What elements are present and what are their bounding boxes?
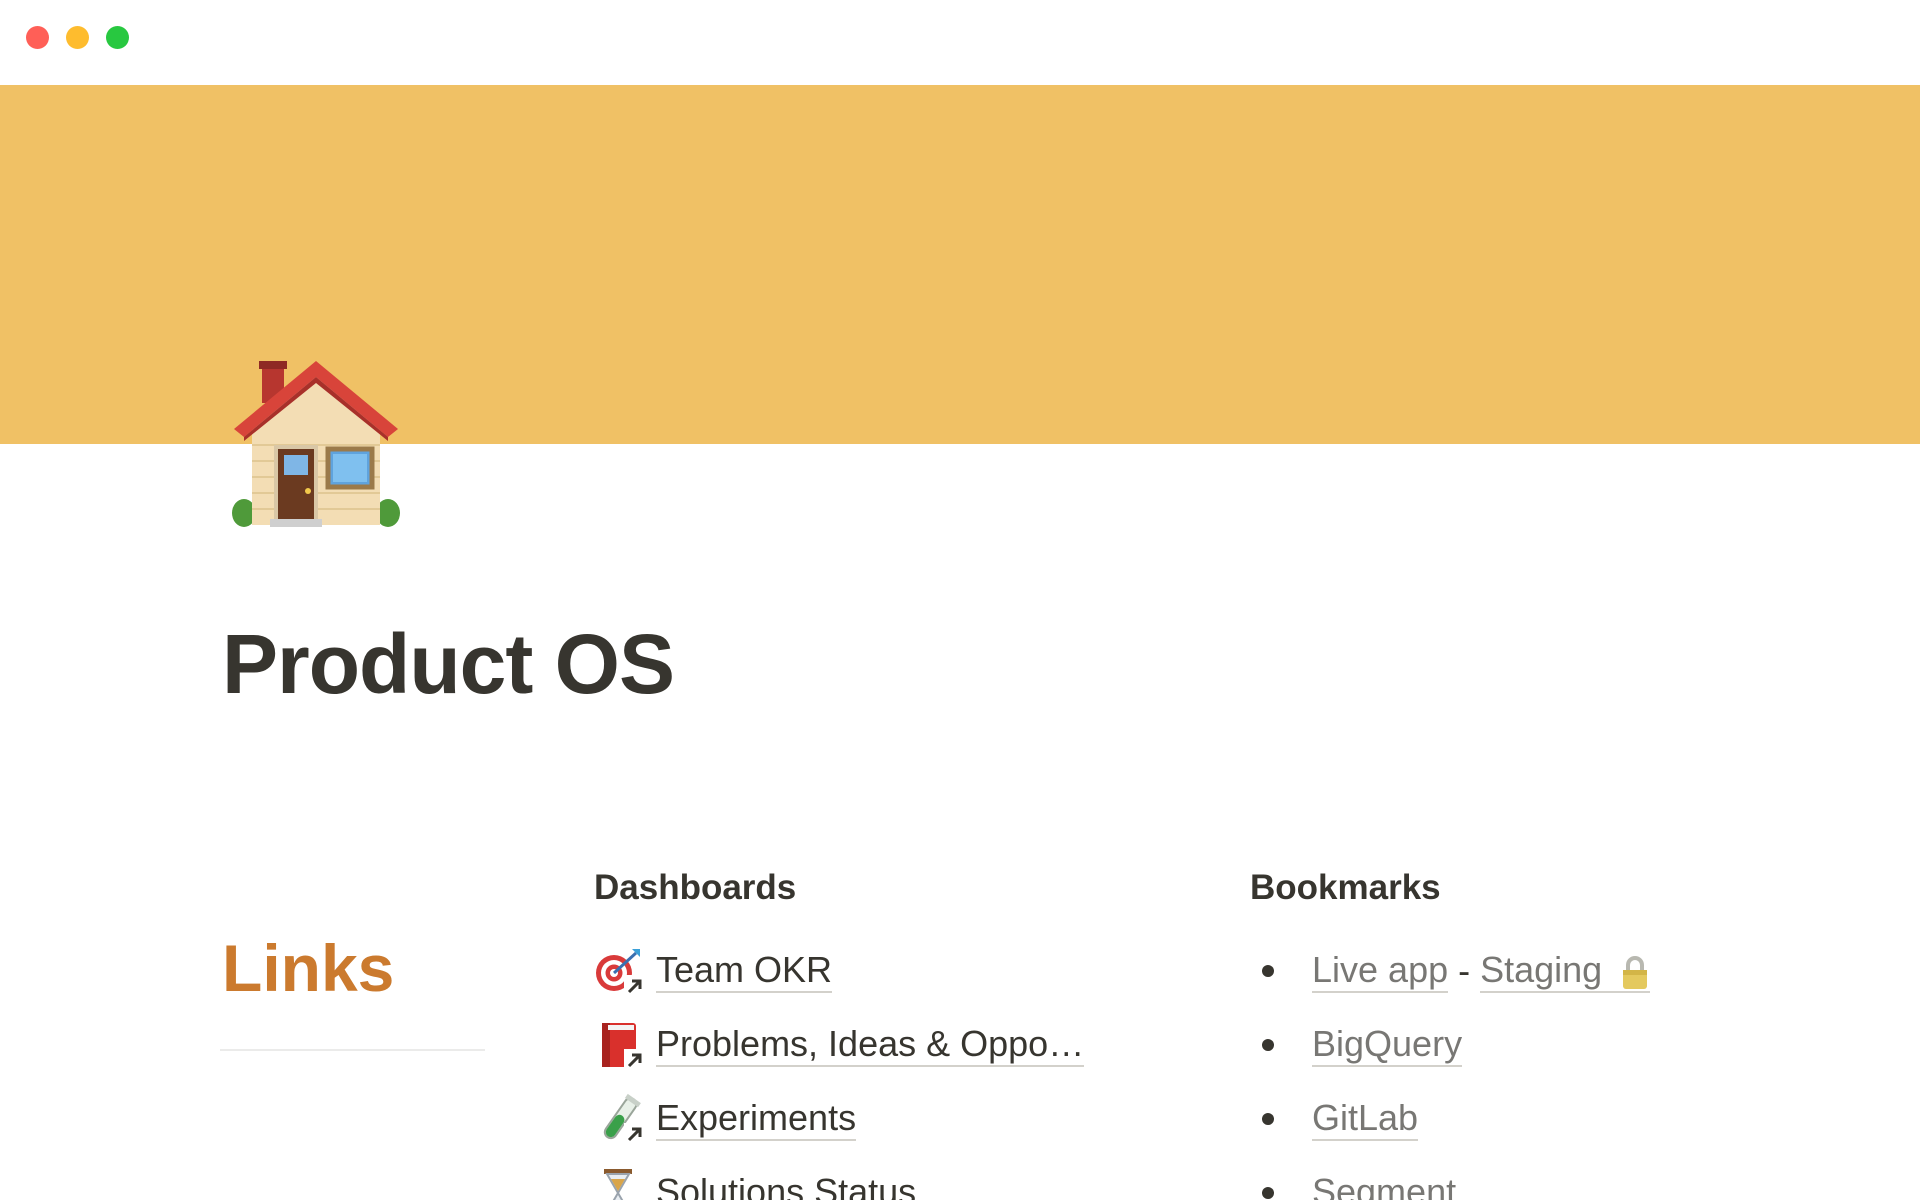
bullet bbox=[1262, 1187, 1274, 1199]
dashboard-link-solutions-status[interactable]: Solutions Status bbox=[594, 1156, 1084, 1200]
page-title[interactable]: Product OS bbox=[222, 618, 675, 711]
red-book-icon bbox=[594, 1019, 646, 1071]
bookmark-link-bigquery[interactable]: BigQuery bbox=[1312, 1023, 1463, 1067]
list-item: BigQuery bbox=[1262, 1008, 1650, 1082]
bookmark-label: Staging bbox=[1480, 949, 1603, 991]
app-window: Product OS Links Dashboards Bookmarks Te… bbox=[0, 0, 1920, 1200]
dashboard-label: Solutions Status bbox=[656, 1171, 916, 1200]
bookmarks-list: Live app - Staging BigQuery GitLab Segme… bbox=[1262, 934, 1651, 1200]
bookmark-link-gitlab[interactable]: GitLab bbox=[1312, 1097, 1419, 1141]
test-tube-icon bbox=[594, 1093, 646, 1145]
window-titlebar bbox=[0, 0, 1920, 85]
dashboard-link-problems-ideas[interactable]: Problems, Ideas & Oppo… bbox=[594, 1008, 1085, 1082]
target-dart-icon bbox=[594, 945, 646, 997]
bullet bbox=[1262, 1039, 1274, 1051]
dashboard-label: Experiments bbox=[656, 1097, 857, 1141]
dashboard-label: Team OKR bbox=[656, 949, 833, 993]
dashboard-label: Problems, Ideas & Oppo… bbox=[656, 1023, 1085, 1067]
bullet bbox=[1262, 1113, 1274, 1125]
separator-text: - bbox=[1458, 950, 1471, 991]
house-icon[interactable] bbox=[226, 355, 406, 535]
window-minimize-button[interactable] bbox=[66, 26, 89, 49]
lock-icon bbox=[1623, 955, 1648, 989]
bookmark-link-segment[interactable]: Segment bbox=[1312, 1171, 1456, 1200]
bullet bbox=[1262, 965, 1274, 977]
dashboards-heading: Dashboards bbox=[594, 868, 797, 907]
divider bbox=[220, 1049, 485, 1051]
dashboard-link-team-okr[interactable]: Team OKR bbox=[594, 934, 1084, 1008]
dashboard-link-experiments[interactable]: Experiments bbox=[594, 1082, 1084, 1156]
hourglass-icon bbox=[594, 1167, 646, 1200]
dashboards-list: Team OKR Problems, Ideas & Oppo… Experim… bbox=[594, 934, 1085, 1200]
links-heading[interactable]: Links bbox=[222, 932, 394, 1005]
window-close-button[interactable] bbox=[26, 26, 49, 49]
list-item: Segment bbox=[1262, 1156, 1650, 1200]
window-maximize-button[interactable] bbox=[106, 26, 129, 49]
bookmark-link-live-app[interactable]: Live app bbox=[1312, 949, 1449, 993]
list-item: GitLab bbox=[1262, 1082, 1650, 1156]
bookmark-link-staging[interactable]: Staging bbox=[1480, 949, 1651, 993]
list-item: Live app - Staging bbox=[1262, 934, 1651, 1008]
bookmarks-heading: Bookmarks bbox=[1250, 868, 1441, 907]
